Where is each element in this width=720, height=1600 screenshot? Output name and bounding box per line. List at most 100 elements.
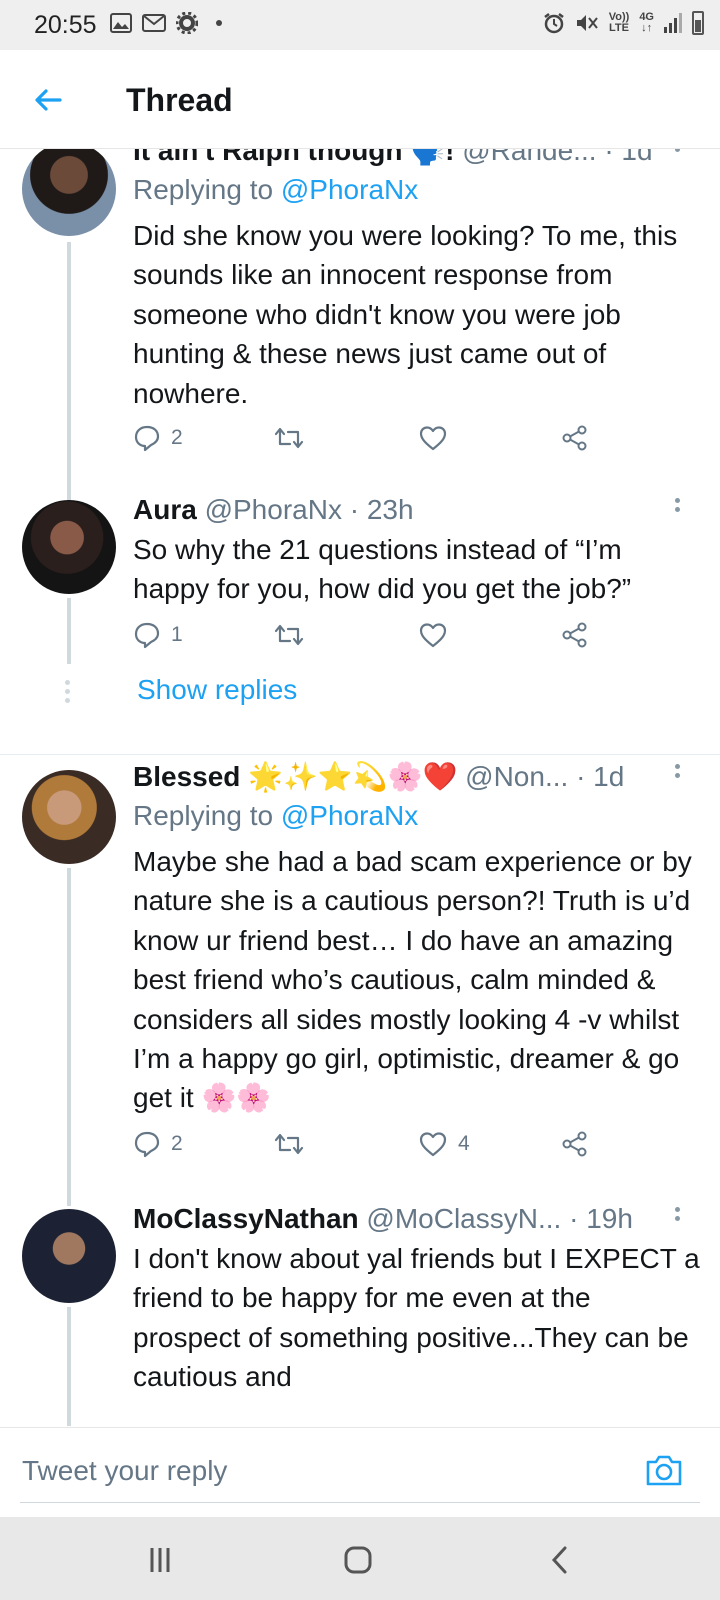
tweet-time: · 1d (576, 761, 625, 792)
avatar[interactable] (22, 1209, 116, 1303)
author-name[interactable]: MoClassyNathan (133, 1203, 359, 1234)
page-title: Thread (126, 82, 233, 118)
thread-connector (67, 598, 71, 664)
author-name[interactable]: It ain't Ralph though 🗣️! (133, 148, 454, 166)
avatar[interactable] (22, 500, 116, 594)
tweet-header: It ain't Ralph though 🗣️! @Rande... · 1d (133, 148, 672, 167)
avatar[interactable] (22, 148, 116, 236)
retweet-icon (274, 427, 304, 449)
avatar[interactable] (22, 770, 116, 864)
retweet-button[interactable] (273, 621, 305, 649)
replying-to: Replying to @PhoraNx (133, 174, 419, 205)
reply-composer (0, 1427, 720, 1518)
share-icon (562, 622, 587, 648)
home-icon[interactable] (338, 1540, 378, 1580)
status-time: 20:55 (34, 11, 97, 39)
reply-icon (134, 425, 160, 452)
reply-count: 2 (171, 426, 183, 449)
thread-timeline[interactable]: It ain't Ralph though 🗣️! @Rande... · 1d… (0, 148, 720, 1426)
more-icon[interactable] (672, 1207, 682, 1233)
thread-connector (67, 242, 71, 504)
top-app-bar: Thread (0, 50, 720, 149)
retweet-icon (274, 624, 304, 646)
share-icon (562, 425, 587, 451)
status-system-icons: Vo)) LTE 4G ↓↑ (543, 11, 704, 35)
name-emojis: 🌟✨⭐💫🌸❤️ (248, 761, 458, 792)
tweet-header: Blessed 🌟✨⭐💫🌸❤️ @Non... · 1d (133, 760, 672, 793)
reply-icon (134, 1131, 160, 1158)
system-nav-bar (0, 1517, 720, 1600)
tweet-item[interactable]: MoClassyNathan @MoClassyN... · 19h I don… (0, 1203, 720, 1426)
like-icon (419, 1132, 447, 1157)
tweet-item[interactable]: It ain't Ralph though 🗣️! @Rande... · 1d… (0, 148, 720, 504)
author-handle: @MoClassyN... (366, 1203, 562, 1234)
retweet-icon (274, 1133, 304, 1155)
retweet-button[interactable] (273, 424, 305, 452)
like-button[interactable] (418, 424, 448, 452)
more-replies-indicator (65, 680, 71, 707)
thread-connector (67, 868, 71, 1206)
author-name[interactable]: Aura (133, 494, 197, 525)
tweet-time: · 1d (604, 148, 653, 166)
reply-button[interactable]: 2 (133, 1130, 183, 1158)
mute-icon (576, 15, 598, 31)
tweet-time: · 19h (569, 1203, 633, 1234)
reply-underline (20, 1502, 700, 1503)
retweet-button[interactable] (273, 1130, 305, 1158)
reply-count: 1 (171, 623, 183, 646)
share-button[interactable] (561, 1130, 589, 1158)
replying-to-link[interactable]: @PhoraNx (281, 174, 418, 205)
reply-button[interactable]: 2 (133, 424, 183, 452)
tweet-actions: 1 (133, 621, 613, 655)
like-icon (419, 623, 447, 648)
show-replies-link[interactable]: Show replies (137, 674, 297, 706)
more-icon[interactable] (672, 764, 682, 790)
thread-connector (67, 1307, 71, 1426)
tweet-actions: 2 4 (133, 1130, 613, 1164)
gallery-icon (110, 13, 132, 33)
tweet-actions: 2 (133, 424, 613, 458)
author-name[interactable]: Blessed (133, 761, 240, 792)
share-icon (562, 1131, 587, 1157)
recents-icon[interactable] (140, 1540, 180, 1580)
tweet-text: Maybe she had a bad scam experience or b… (133, 846, 692, 1114)
author-handle: @Non... (465, 761, 569, 792)
tweet-text: Did she know you were looking? To me, th… (133, 220, 678, 409)
volte-icon: Vo)) LTE (608, 11, 630, 34)
tweet-header: Aura @PhoraNx · 23h (133, 494, 672, 526)
4g-icon: 4G ↓↑ (639, 11, 654, 34)
more-icon[interactable] (672, 148, 682, 164)
tweet-item[interactable]: Aura @PhoraNx · 23h So why the 21 questi… (0, 494, 720, 740)
status-bar: 20:55 Vo)) LTE 4G ↓↑ (0, 0, 720, 50)
like-button[interactable]: 4 (418, 1130, 470, 1158)
more-icon[interactable] (672, 498, 682, 524)
reply-button[interactable]: 1 (133, 621, 183, 649)
tweet-item[interactable]: Blessed 🌟✨⭐💫🌸❤️ @Non... · 1d Replying to… (0, 760, 720, 1206)
tweet-text: I don't know about yal friends but I EXP… (133, 1243, 700, 1393)
like-count: 4 (458, 1132, 470, 1155)
camera-icon[interactable] (644, 1452, 684, 1488)
signal-icon (664, 13, 682, 33)
gear-icon (176, 12, 198, 34)
tweet-reply-input[interactable] (20, 1448, 584, 1494)
back-arrow-icon[interactable] (30, 82, 66, 118)
author-handle: @PhoraNx (204, 494, 342, 525)
share-button[interactable] (561, 621, 589, 649)
reply-icon (134, 622, 160, 649)
more-notifications-dot (216, 20, 222, 26)
replying-to-link[interactable]: @PhoraNx (281, 800, 418, 831)
share-button[interactable] (561, 424, 589, 452)
back-icon[interactable] (540, 1540, 580, 1580)
gmail-icon (142, 14, 166, 32)
tweet-text: So why the 21 questions instead of “I’m … (133, 534, 632, 605)
replying-to: Replying to @PhoraNx (133, 800, 419, 831)
reply-count: 2 (171, 1132, 183, 1155)
alarm-icon (543, 13, 564, 34)
tweet-time: · 23h (349, 494, 414, 525)
tweet-header: MoClassyNathan @MoClassyN... · 19h (133, 1203, 672, 1235)
like-icon (419, 426, 447, 451)
like-button[interactable] (418, 621, 448, 649)
thread-divider (0, 754, 720, 755)
author-handle: @Rande... (462, 148, 597, 166)
battery-icon (692, 11, 704, 35)
